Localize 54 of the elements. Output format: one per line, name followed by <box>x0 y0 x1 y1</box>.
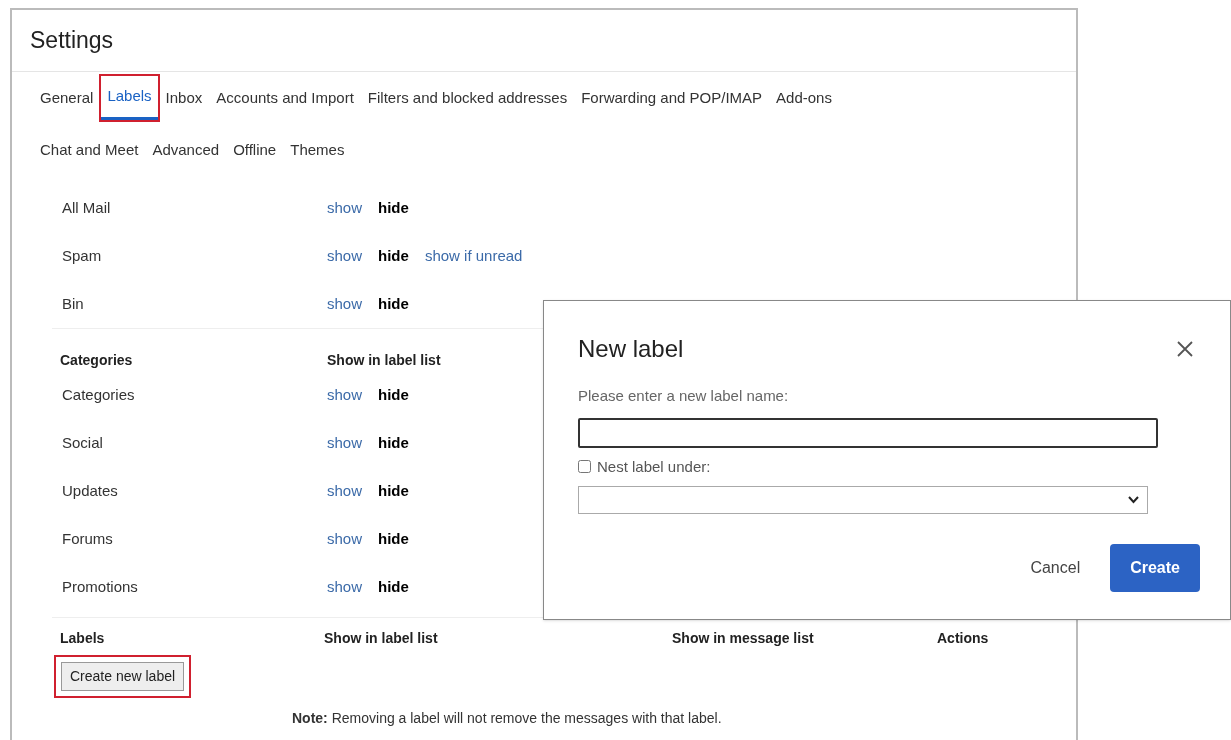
label-name-input[interactable] <box>578 417 1158 448</box>
create-label-button[interactable]: Create new label <box>61 662 185 691</box>
settings-tab[interactable]: Filters and blocked addresses <box>361 76 574 120</box>
label-name: Social <box>61 432 104 453</box>
dialog-title: New label <box>578 334 684 364</box>
option-link[interactable]: show <box>327 383 363 407</box>
settings-tab[interactable]: General <box>34 76 100 120</box>
note-text: Note: Removing a label will not remove the messages with that label. <box>292 710 722 726</box>
option-link[interactable]: show <box>327 527 363 551</box>
current-option[interactable]: hide <box>378 244 409 268</box>
label-name: Bin <box>61 293 85 314</box>
current-option[interactable]: hide <box>378 196 409 220</box>
nest-checkbox[interactable] <box>578 460 591 474</box>
column-header: Categories <box>59 351 134 370</box>
close-icon[interactable] <box>1176 340 1194 358</box>
label-name: All Mail <box>61 197 112 218</box>
option-link[interactable]: show <box>327 292 363 316</box>
label-name: Promotions <box>61 576 139 597</box>
field-label: Please enter a new label name: <box>578 386 790 406</box>
current-option[interactable]: hide <box>378 292 409 316</box>
column-header: Show in label list <box>324 629 439 648</box>
column-header: Show in message list <box>672 629 815 648</box>
current-option[interactable]: hide <box>378 527 409 551</box>
checkbox-label: Nest label under: <box>597 456 711 477</box>
column-header: Show in label list <box>326 351 442 370</box>
current-option[interactable]: hide <box>378 383 409 407</box>
column-header: Labels <box>59 629 106 648</box>
settings-tab[interactable]: Accounts and Import <box>210 76 360 120</box>
label-name: Spam <box>61 245 103 266</box>
settings-tab[interactable]: Forwarding and POP/IMAP <box>575 76 769 120</box>
column-header: Actions <box>937 629 990 648</box>
current-option[interactable]: hide <box>378 575 409 599</box>
settings-tab[interactable]: Chat and Meet <box>34 128 145 172</box>
label-name: Categories <box>61 384 136 405</box>
label-name: Updates <box>61 480 119 501</box>
create-button[interactable]: Create <box>1110 544 1200 592</box>
option-link[interactable]: show <box>327 196 363 220</box>
chevron-down-icon <box>1128 496 1139 504</box>
settings-tab[interactable]: Add-ons <box>770 76 838 120</box>
label-name: Forums <box>61 528 114 549</box>
settings-tab[interactable]: Labels <box>101 76 158 120</box>
option-link[interactable]: show <box>327 244 363 268</box>
cancel-button[interactable]: Cancel <box>1030 544 1081 592</box>
settings-tab[interactable]: Inbox <box>159 76 209 120</box>
option-link[interactable]: show <box>327 479 363 503</box>
settings-tab[interactable]: Offline <box>227 128 283 172</box>
page-title: Settings <box>30 26 114 56</box>
option-link[interactable]: show <box>327 575 363 599</box>
current-option[interactable]: hide <box>378 431 409 455</box>
current-option[interactable]: hide <box>378 479 409 503</box>
option-link[interactable]: show <box>327 431 363 455</box>
settings-tab[interactable]: Themes <box>284 128 351 172</box>
option-link[interactable]: show if unread <box>424 244 523 268</box>
settings-tab[interactable]: Advanced <box>146 128 226 172</box>
